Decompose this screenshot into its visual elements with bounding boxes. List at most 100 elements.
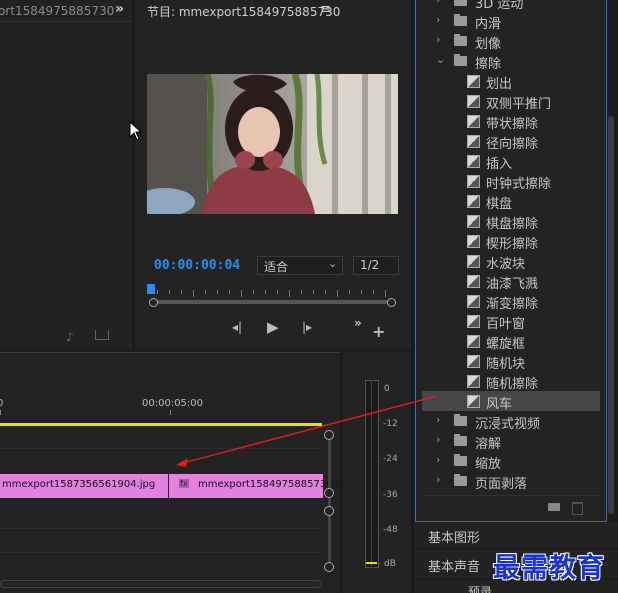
effects-tree-item[interactable]: 带状擦除 xyxy=(422,111,600,132)
meter-label: -48 xyxy=(383,525,398,535)
effects-tree-item[interactable]: 棋盘 xyxy=(422,191,600,212)
effects-tree-item[interactable]: 时钟式擦除 xyxy=(422,171,600,192)
effects-tree-item[interactable]: ⌄ 擦除 xyxy=(422,51,600,72)
add-button-icon[interactable]: + xyxy=(372,322,385,341)
timecode-display[interactable]: 00:00:00:04 xyxy=(154,258,240,273)
scroll-handle[interactable] xyxy=(324,430,334,440)
scroll-handle[interactable] xyxy=(324,488,334,498)
meter-label: dB xyxy=(384,559,396,569)
zoom-handle-right[interactable] xyxy=(387,298,396,307)
effects-tree-item[interactable]: 渐变擦除 xyxy=(422,291,600,312)
effects-tree-item[interactable]: 随机块 xyxy=(422,351,600,372)
effects-tree-item[interactable]: 水波块 xyxy=(422,251,600,272)
folder-icon xyxy=(454,414,467,426)
folder-icon xyxy=(454,0,467,6)
work-area-bar[interactable] xyxy=(0,423,322,426)
transition-effect-icon xyxy=(467,135,480,148)
panel-menu-icon[interactable]: ≡ xyxy=(320,2,331,17)
fx-badge-icon: fx xyxy=(179,479,189,488)
folder-icon xyxy=(454,34,467,46)
effects-tree-item[interactable]: › 溶解 xyxy=(422,431,600,452)
transition-effect-icon xyxy=(467,95,480,108)
fit-dropdown[interactable]: 适合 ⌄ xyxy=(257,256,343,275)
ruler-label-time: 00:00:05:00 xyxy=(142,398,204,409)
horizontal-scrollbar[interactable] xyxy=(0,580,322,588)
transition-effect-icon xyxy=(467,115,480,128)
chevron-down-icon: ⌄ xyxy=(328,257,338,270)
chevron-right-icon[interactable]: › xyxy=(436,453,440,466)
program-monitor-title[interactable]: 节目: mmexport1584975885730 xyxy=(147,3,340,20)
effects-tree-item[interactable]: 随机擦除 xyxy=(422,371,600,392)
effects-tree-item-label: 划像 xyxy=(475,37,502,52)
effects-tree-item[interactable]: › 缩放 xyxy=(422,451,600,472)
effects-tree-item[interactable]: 螺旋框 xyxy=(422,331,600,352)
chevron-right-icon[interactable]: › xyxy=(436,0,440,6)
effects-scrollbar[interactable] xyxy=(608,116,614,514)
effects-tree-item[interactable]: › 内滑 xyxy=(422,11,600,32)
effects-tree-item-label: 百叶窗 xyxy=(486,317,526,332)
transition-effect-icon xyxy=(467,395,480,408)
source-panel-title[interactable]: ort1584975885730 xyxy=(0,4,114,18)
chevron-right-icon[interactable]: › xyxy=(436,33,440,46)
scroll-handle[interactable] xyxy=(324,562,334,572)
effects-tree-item[interactable]: › 页面剥落 xyxy=(422,471,600,492)
folder-icon xyxy=(454,474,467,486)
transition-effect-icon xyxy=(467,255,480,268)
chevron-right-icon[interactable]: › xyxy=(436,473,440,486)
transition-effect-icon xyxy=(467,295,480,308)
ruler-label-start: 0 xyxy=(0,398,4,409)
effects-tree-item-label: 螺旋框 xyxy=(486,337,526,352)
effects-tree-item[interactable]: 划出 xyxy=(422,71,600,92)
essential-graphics-panel[interactable]: 基本图形 xyxy=(415,522,618,548)
scroll-handle[interactable] xyxy=(324,506,334,516)
zoom-scrollbar[interactable] xyxy=(150,300,394,304)
effects-tree-item-label: 双侧平推门 xyxy=(486,97,552,112)
chevron-down-icon[interactable]: ⌄ xyxy=(436,53,445,66)
folder-icon xyxy=(454,434,467,446)
step-forward-icon[interactable]: |▸ xyxy=(302,320,312,334)
effects-tree-item[interactable]: 百叶窗 xyxy=(422,311,600,332)
effects-tree-item[interactable]: 插入 xyxy=(422,151,600,172)
effects-tree-item-label: 擦除 xyxy=(475,57,502,72)
step-back-icon[interactable]: ◂| xyxy=(232,320,242,334)
effects-tree-item[interactable]: 油漆飞溅 xyxy=(422,271,600,292)
effects-tree-item[interactable]: 双侧平推门 xyxy=(422,91,600,112)
effects-tree-item[interactable]: 径向擦除 xyxy=(422,131,600,152)
chevron-right-icon[interactable]: › xyxy=(436,413,440,426)
mini-ruler[interactable] xyxy=(147,290,397,298)
trash-icon[interactable] xyxy=(572,502,583,515)
effects-tree-item[interactable]: › 划像 xyxy=(422,31,600,52)
clip-2[interactable]: fx mmexport1584975885730.jpg xyxy=(169,474,351,498)
transition-effect-icon xyxy=(467,375,480,388)
vertical-scrollbar[interactable] xyxy=(328,432,331,572)
ruler-tick xyxy=(0,410,1,415)
source-panel: ort1584975885730 » ♪ xyxy=(0,0,132,348)
effects-tree-item-label: 棋盘擦除 xyxy=(486,217,539,232)
chevron-right-icon[interactable]: › xyxy=(436,433,440,446)
audio-only-icon[interactable]: ♪ xyxy=(66,330,74,344)
zoom-handle-left[interactable] xyxy=(149,298,158,307)
clip-1[interactable]: mmexport1587356561904.jpg xyxy=(0,474,168,498)
timeline-panel: 0 00:00:05:00 mmexport1587356561904.jpg … xyxy=(0,352,351,593)
audio-meter-panel: 0 -12 -24 -36 -48 dB xyxy=(343,352,411,593)
effects-tree-item[interactable]: 棋盘擦除 xyxy=(422,211,600,232)
effects-tree-item[interactable]: ›3D 运动 xyxy=(422,0,600,12)
panel-gutter xyxy=(411,0,414,593)
effects-tree-item[interactable]: 风车 xyxy=(422,391,600,412)
play-icon[interactable]: ▶ xyxy=(267,318,279,336)
new-bin-icon[interactable] xyxy=(548,503,560,511)
track-divider xyxy=(0,448,322,449)
panel-overflow-icon[interactable]: » xyxy=(115,1,124,17)
chevron-right-icon[interactable]: › xyxy=(436,13,440,26)
resolution-dropdown[interactable]: 1/2 xyxy=(353,256,399,275)
clip-1-name: mmexport1587356561904.jpg xyxy=(2,479,156,490)
export-frame-icon[interactable] xyxy=(95,330,109,340)
effects-tree-item[interactable]: › 沉浸式视频 xyxy=(422,411,600,432)
video-preview[interactable] xyxy=(147,74,398,214)
more-controls-icon[interactable]: » xyxy=(354,316,362,330)
effects-tree-item-label: 时钟式擦除 xyxy=(486,177,552,192)
effects-tree-item-label: 带状擦除 xyxy=(486,117,539,132)
meter-peak xyxy=(366,562,377,564)
effects-tree-item[interactable]: 楔形擦除 xyxy=(422,231,600,252)
next-panel-label: 预录 xyxy=(468,585,493,593)
